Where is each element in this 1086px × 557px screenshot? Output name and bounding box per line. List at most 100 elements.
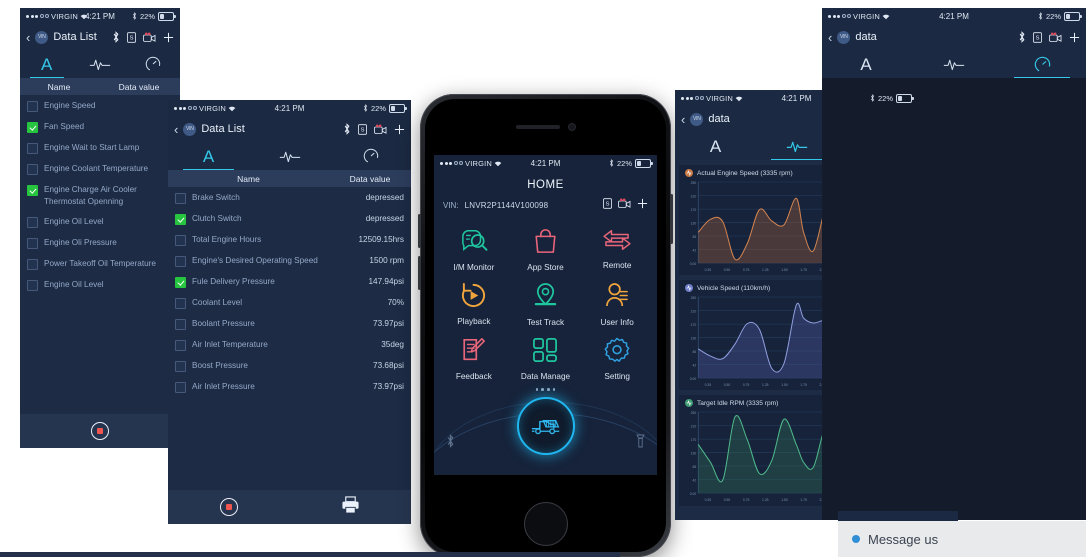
table-row[interactable]: Boost Pressure 73.68psi [168,355,411,376]
table-row[interactable]: Air Inlet Pressure 73.97psi [168,376,411,397]
table-row[interactable]: Brake Switch depressed [168,187,411,208]
tab-gauge[interactable] [127,50,180,78]
row-checkbox[interactable] [175,298,186,309]
video-record-icon[interactable] [374,124,387,135]
screenshot-icon[interactable]: S [127,31,136,43]
back-button[interactable]: ‹ [174,123,178,136]
row-checkbox[interactable] [175,361,186,372]
row-checkbox[interactable] [175,277,186,288]
record-button[interactable] [219,498,238,516]
svg-text:130: 130 [691,452,697,456]
row-checkbox[interactable] [27,238,38,249]
tab-graph[interactable] [249,142,330,170]
bluetooth-icon[interactable] [343,123,351,135]
row-checkbox[interactable] [175,319,186,330]
row-checkbox[interactable] [27,164,38,175]
tab-gauge[interactable] [998,50,1086,78]
add-icon[interactable] [637,196,648,214]
video-record-icon[interactable] [618,196,631,214]
tab-list[interactable]: A [168,142,249,170]
svg-text:S: S [130,35,134,41]
table-row[interactable]: Boolant Pressure 73.97psi [168,313,411,334]
volume-down-button[interactable] [418,256,421,290]
row-checkbox[interactable] [175,193,186,204]
row-checkbox[interactable] [27,217,38,228]
bluetooth-icon[interactable] [112,31,120,43]
navigation-bar: ‹ VIN data S [822,24,1086,50]
row-checkbox[interactable] [27,122,38,133]
tab-list[interactable]: A [675,132,756,160]
app-tile-test-track[interactable]: Test Track [510,282,582,327]
row-checkbox[interactable] [175,340,186,351]
volume-up-button[interactable] [418,214,421,248]
row-checkbox[interactable] [175,256,186,267]
app-tile-remote[interactable]: Remote [581,228,653,272]
table-row[interactable]: Engine Oli Pressure [20,232,180,253]
app-tile-i-m-monitor[interactable]: I/M Monitor [438,228,510,272]
table-row[interactable]: Fule Delivery Pressure 147.94psi [168,271,411,292]
row-checkbox[interactable] [27,101,38,112]
add-icon[interactable] [394,124,405,135]
print-button[interactable] [341,495,360,519]
table-row[interactable]: Engine Wait to Start Lamp [20,137,180,158]
tab-graph[interactable] [910,50,998,78]
back-button[interactable]: ‹ [26,31,30,44]
table-row[interactable]: Fan Speed [20,116,180,137]
tab-list[interactable]: A [822,50,910,78]
app-tile-setting[interactable]: Setting [581,337,653,381]
tab-list[interactable]: A [20,50,73,78]
row-checkbox[interactable] [175,235,186,246]
tab-list-label: A [202,146,215,166]
row-checkbox[interactable] [27,143,38,154]
video-record-icon[interactable] [1049,32,1062,43]
table-row[interactable]: Total Engine Hours 12509.15hrs [168,229,411,250]
bluetooth-toggle-icon[interactable] [446,434,455,453]
gauge-icon [363,148,378,164]
app-tile-user-info[interactable]: User Info [581,282,653,327]
add-icon[interactable] [1069,32,1080,43]
home-button[interactable] [523,502,568,546]
table-row[interactable]: Air Inlet Temperature 35deg [168,334,411,355]
row-checkbox[interactable] [27,280,38,291]
app-tile-feedback[interactable]: Feedback [438,337,510,381]
truck-button[interactable] [516,397,575,455]
add-icon[interactable] [163,32,174,43]
status-bar-left: VIRGIN [828,12,890,21]
bluetooth-icon[interactable] [1018,31,1026,43]
message-us-widget[interactable]: Message us [838,521,1086,557]
screenshot-icon[interactable]: S [1033,31,1042,43]
screenshot-icon[interactable]: S [358,123,367,135]
table-row[interactable]: Engine Oil Level [20,211,180,232]
svg-text:1.50: 1.50 [781,268,788,272]
message-us-label: Message us [868,531,939,547]
tab-gauge[interactable] [330,142,411,170]
back-button[interactable]: ‹ [828,31,832,44]
tab-bar: A [822,50,1086,78]
table-row[interactable]: Engine Charge Air Cooler Thermostat Open… [20,179,180,211]
status-bar-right: 22% [363,103,407,113]
table-row[interactable]: Coolant Level 70% [168,292,411,313]
table-row[interactable]: Engine Oil Level [20,274,180,295]
back-button[interactable]: ‹ [681,113,685,126]
gauge-icon [146,56,161,72]
screenshot-icon[interactable]: S [603,196,612,214]
tab-graph[interactable] [73,50,126,78]
record-button[interactable] [91,422,109,440]
power-button[interactable] [670,194,673,244]
app-tile-playback[interactable]: Playback [438,282,510,327]
flashlight-toggle-icon[interactable] [636,434,645,453]
battery-icon [158,11,176,21]
table-row[interactable]: Engine Coolant Temperature [20,158,180,179]
app-tile-app-store[interactable]: App Store [510,228,582,272]
table-row[interactable]: Power Takeoff Oil Temperature [20,253,180,274]
app-tile-data-manage[interactable]: Data Manage [510,337,582,381]
row-value: 147.94psi [368,277,404,286]
video-record-icon[interactable] [143,32,156,43]
row-checkbox[interactable] [27,259,38,270]
table-row[interactable]: Engine's Desired Operating Speed 1500 rpm [168,250,411,271]
table-row[interactable]: Engine Speed [20,95,180,116]
row-checkbox[interactable] [27,185,38,196]
row-checkbox[interactable] [175,382,186,393]
row-checkbox[interactable] [175,214,186,225]
table-row[interactable]: Clutch Switch depressed [168,208,411,229]
